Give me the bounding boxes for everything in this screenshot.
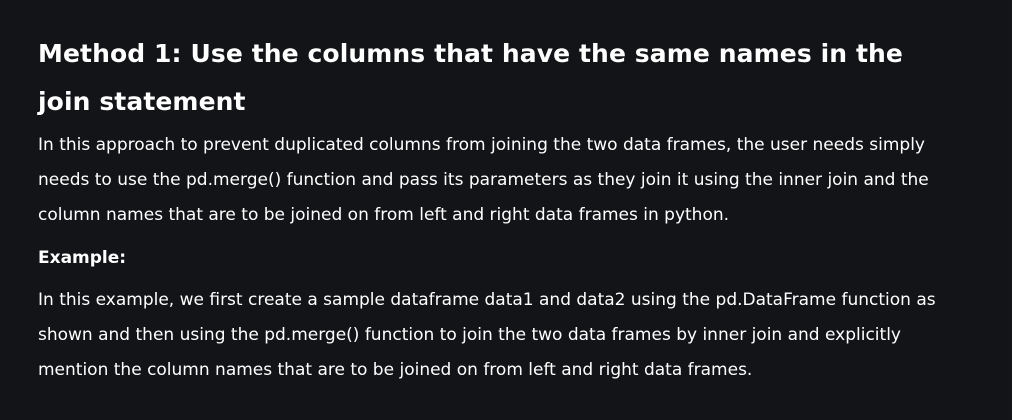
section-heading: Method 1: Use the columns that have the … — [38, 39, 903, 116]
article-content: Method 1: Use the columns that have the … — [0, 0, 1012, 420]
intro-paragraph: In this approach to prevent duplicated c… — [38, 135, 929, 225]
example-paragraph: In this example, we first create a sampl… — [38, 290, 936, 380]
example-label: Example: — [38, 248, 127, 268]
